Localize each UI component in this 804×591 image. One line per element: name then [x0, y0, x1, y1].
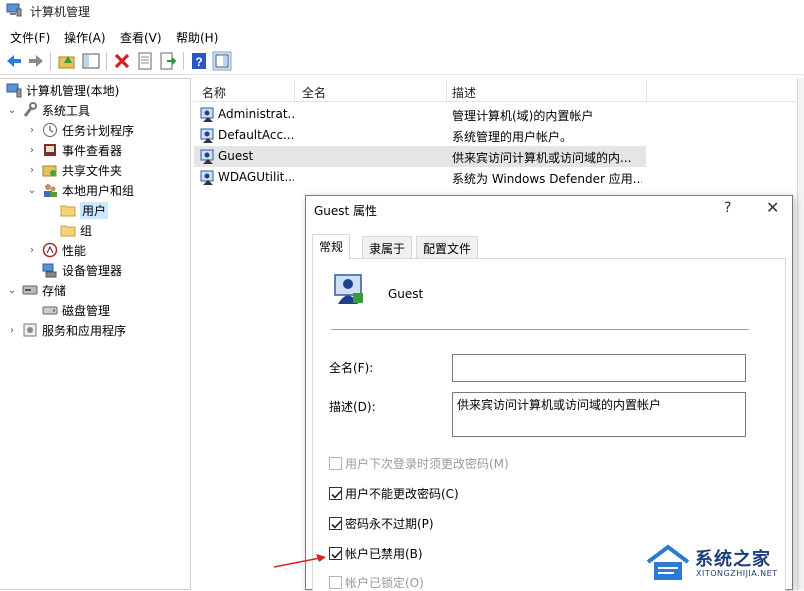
tree-label: 计算机管理(本地) [26, 83, 120, 98]
collapse-icon[interactable]: ⌄ [26, 185, 38, 196]
svg-text:?: ? [195, 55, 202, 69]
navigation-tree: 计算机管理(本地) ⌄ 系统工具 › 任务计划程序 › 事件查看器 › 共享文件… [0, 78, 191, 590]
description-field[interactable]: 供来宾访问计算机或访问域的内置帐户 [452, 392, 746, 437]
menu-help[interactable]: 帮助(H) [176, 29, 218, 46]
collapse-icon[interactable]: ⌄ [6, 285, 18, 296]
performance-icon [42, 242, 58, 258]
tree-item-groups[interactable]: 组 [60, 221, 92, 239]
column-header-description[interactable]: 描述 [452, 84, 476, 101]
help-icon[interactable]: ? [189, 51, 209, 71]
tab-general[interactable]: 常规 [312, 234, 351, 259]
menu-bar: 文件(F) 操作(A) 查看(V) 帮助(H) [0, 26, 804, 46]
tab-profile[interactable]: 配置文件 [416, 236, 479, 258]
show-action-pane-icon[interactable] [212, 51, 232, 71]
folder-icon [60, 225, 76, 237]
tree-item-services[interactable]: › 服务和应用程序 [6, 321, 126, 339]
expand-icon[interactable]: › [6, 325, 18, 336]
column-header-fullname[interactable]: 全名 [302, 84, 326, 101]
column-header-name[interactable]: 名称 [202, 84, 226, 101]
tree-item-local-users[interactable]: ⌄ 本地用户和组 [26, 181, 134, 199]
tab-member-of[interactable]: 隶属于 [362, 236, 413, 258]
list-header: 名称 全名 描述 [194, 80, 796, 102]
user-icon [334, 274, 363, 304]
table-row[interactable]: WDAGUtilit... 系统为 Windows Defender 应用... [194, 167, 646, 188]
close-button[interactable]: ✕ [766, 198, 779, 217]
fullname-label: 全名(F): [329, 361, 374, 375]
table-row[interactable]: Guest 供来宾访问计算机或访问域的内... [194, 146, 646, 167]
window-title: 计算机管理 [30, 5, 91, 19]
username-label: Guest [388, 287, 424, 301]
computer-management-icon [6, 3, 22, 17]
user-icon [200, 149, 214, 164]
dialog-title: Guest 属性 [314, 204, 378, 218]
watermark-text: 系统之家 [695, 549, 771, 570]
expand-icon[interactable]: › [26, 145, 38, 156]
up-folder-icon[interactable] [57, 51, 77, 71]
shared-folder-icon [42, 165, 57, 177]
menu-file[interactable]: 文件(F) [10, 29, 50, 46]
red-arrow-icon [273, 554, 326, 568]
user-icon [200, 170, 214, 185]
check-icon [331, 550, 342, 559]
menu-action[interactable]: 操作(A) [64, 29, 106, 46]
tree-item-root[interactable]: 计算机管理(本地) [6, 81, 119, 99]
export-icon[interactable] [158, 51, 178, 71]
forward-icon[interactable] [26, 51, 46, 71]
expand-icon[interactable]: › [26, 245, 38, 256]
title-bar: 计算机管理 [0, 0, 804, 22]
expand-icon[interactable]: › [26, 165, 38, 176]
must-change-password-checkbox[interactable]: 用户下次登录时须更改密码(M) [329, 455, 509, 472]
tree-item-users[interactable]: 用户 [60, 201, 109, 219]
help-button[interactable]: ? [724, 200, 731, 216]
password-never-expires-checkbox[interactable]: 密码永不过期(P) [329, 515, 434, 532]
computer-management-icon [6, 83, 22, 98]
check-icon [331, 520, 342, 529]
user-icon [200, 128, 214, 143]
toolbar: ? [0, 47, 804, 75]
site-watermark: 系统之家 XITONGZHIJIA.NET [640, 542, 800, 586]
collapse-icon[interactable]: ⌄ [6, 105, 18, 116]
folder-icon [60, 205, 76, 217]
table-row[interactable]: Administrat... 管理计算机(域)的内置帐户 [194, 104, 646, 125]
device-manager-icon [42, 263, 57, 278]
fullname-field[interactable] [452, 354, 746, 382]
expand-icon[interactable]: › [26, 125, 38, 136]
action-pane-edge [797, 78, 804, 590]
tree-item-device-manager[interactable]: 设备管理器 [42, 261, 122, 279]
show-hide-tree-icon[interactable] [81, 51, 101, 71]
menu-view[interactable]: 查看(V) [120, 29, 162, 46]
account-disabled-checkbox[interactable]: 帐户已禁用(B) [329, 545, 423, 562]
user-icon [200, 107, 214, 122]
divider [331, 329, 749, 330]
house-logo-icon [646, 544, 690, 580]
tree-item-storage[interactable]: ⌄ 存储 [6, 281, 66, 299]
back-icon[interactable] [4, 51, 24, 71]
event-viewer-icon [44, 144, 56, 156]
table-row[interactable]: DefaultAcc... 系统管理的用户帐户。 [194, 125, 646, 146]
check-icon [331, 490, 342, 499]
tree-item-disk-management[interactable]: 磁盘管理 [42, 301, 110, 319]
account-locked-checkbox[interactable]: 帐户已锁定(O) [329, 574, 424, 591]
properties-icon[interactable] [135, 51, 155, 71]
tree-item-event-viewer[interactable]: › 事件查看器 [26, 141, 122, 159]
watermark-subtext: XITONGZHIJIA.NET [696, 569, 778, 578]
tree-item-task-scheduler[interactable]: › 任务计划程序 [26, 121, 134, 139]
users-group-icon [44, 184, 57, 197]
tree-item-shared-folders[interactable]: › 共享文件夹 [26, 161, 122, 179]
delete-icon[interactable] [112, 51, 132, 71]
services-icon [23, 323, 37, 337]
guest-properties-dialog: Guest 属性 ? ✕ 常规 隶属于 配置文件 Guest 全名(F): 描述… [305, 195, 793, 591]
disk-icon [42, 306, 58, 315]
tree-item-performance[interactable]: › 性能 [26, 241, 86, 259]
tools-icon [23, 102, 37, 117]
tree-item-system-tools[interactable]: ⌄ 系统工具 [6, 101, 90, 119]
storage-icon [22, 285, 38, 295]
description-label: 描述(D): [329, 400, 376, 414]
cannot-change-password-checkbox[interactable]: 用户不能更改密码(C) [329, 485, 459, 502]
clock-icon [43, 123, 57, 137]
